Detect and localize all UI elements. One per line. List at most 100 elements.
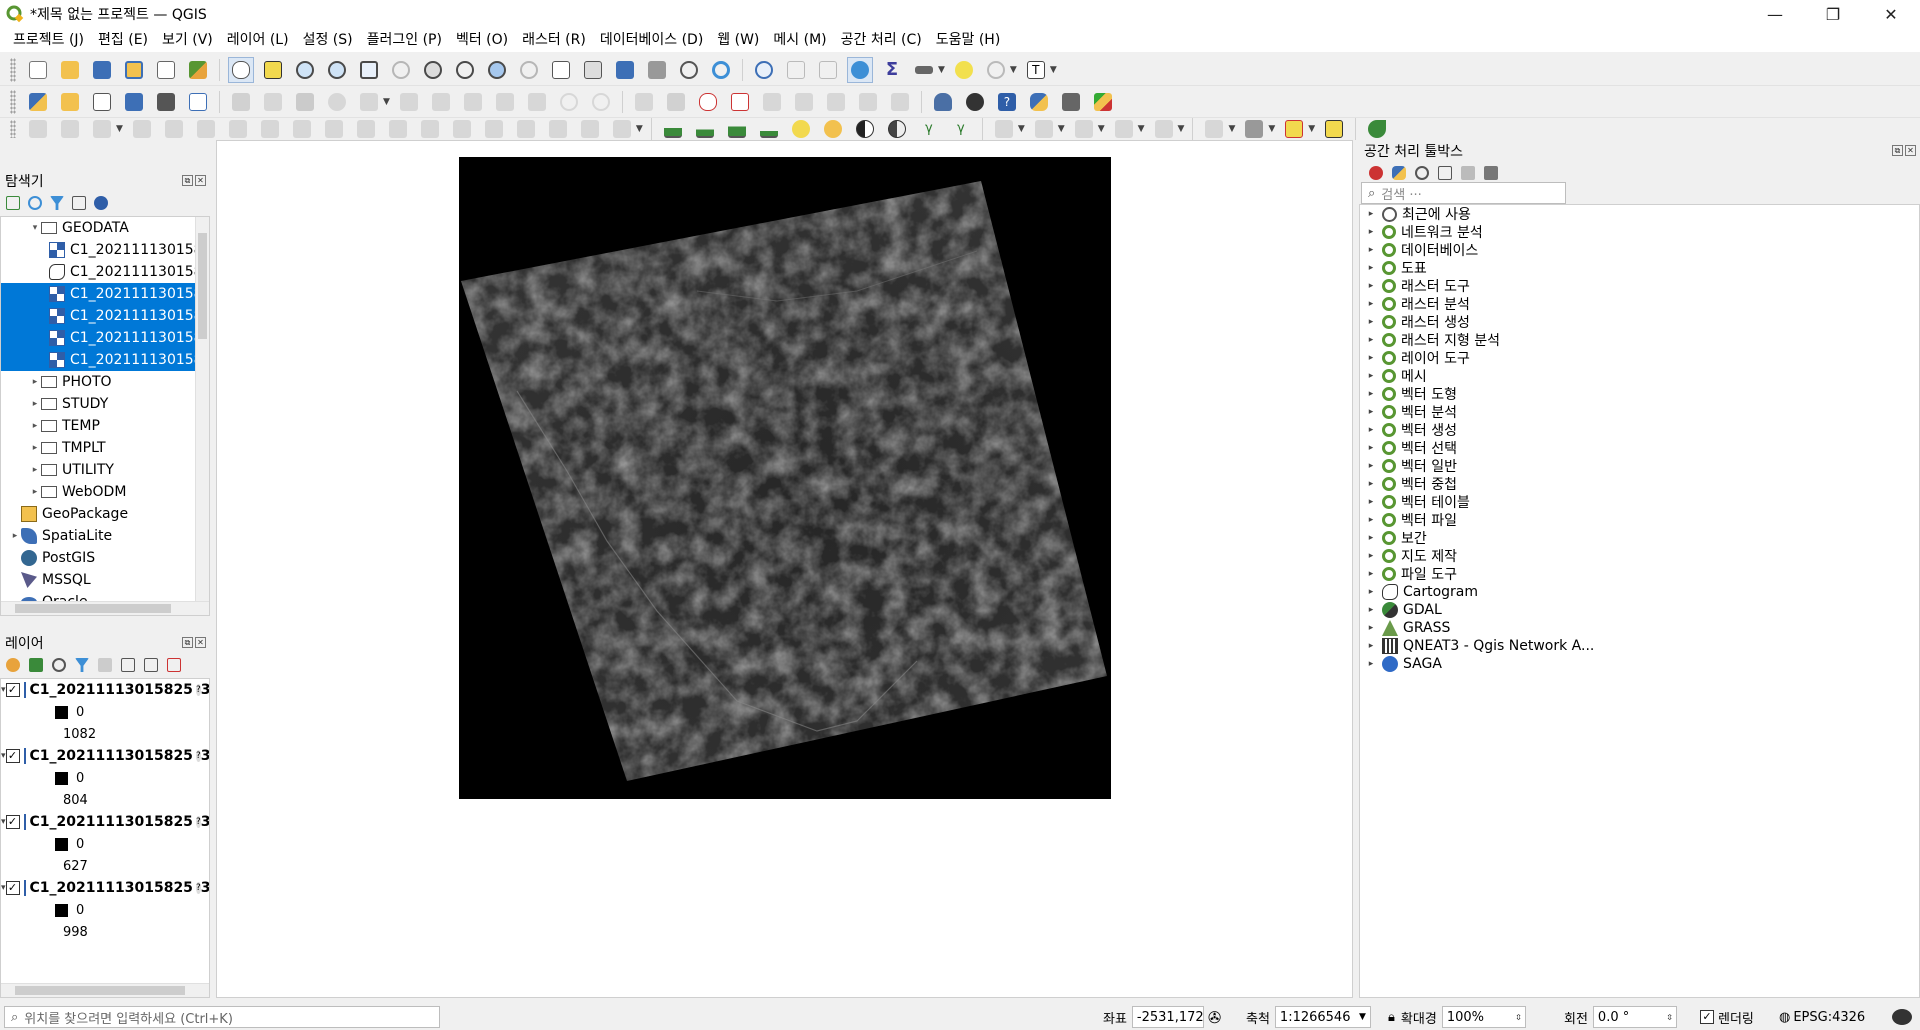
fill-ring-button[interactable] [289, 119, 315, 139]
chevron-right-icon[interactable]: ▸ [1360, 353, 1382, 363]
data-source-manager-button[interactable] [25, 89, 51, 115]
rotate-symbols-button[interactable] [577, 119, 603, 139]
processing-provider-item[interactable]: ▸ 래스터 분석 [1360, 295, 1919, 313]
deselect-button[interactable] [1071, 119, 1097, 139]
filter-icon[interactable] [75, 658, 89, 672]
minimize-button[interactable]: — [1746, 0, 1804, 28]
new-virtual-layer-button[interactable] [185, 89, 211, 115]
decrease-gamma-button[interactable]: γ [948, 119, 974, 139]
layer-order-button[interactable] [1241, 119, 1267, 139]
delete-ring-button[interactable] [321, 119, 347, 139]
map-canvas[interactable] [216, 140, 1353, 998]
new-project-button[interactable] [25, 57, 51, 83]
add-ring-button[interactable] [225, 119, 251, 139]
new-temp-layer-button[interactable] [153, 89, 179, 115]
chevron-right-icon[interactable]: ▸ [1360, 335, 1382, 345]
menu-project[interactable]: 프로젝트 (J) [6, 28, 91, 52]
processing-provider-item[interactable]: ▸ 벡터 테이블 [1360, 493, 1919, 511]
chevron-right-icon[interactable]: ▸ [1360, 281, 1382, 291]
browser-item[interactable]: ▸ SpatiaLite [1, 525, 209, 547]
toolbar-handle[interactable] [10, 120, 16, 138]
processing-provider-item[interactable]: ▸ Cartogram [1360, 583, 1919, 601]
chevron-down-icon[interactable]: ▾ [29, 223, 41, 233]
chevron-right-icon[interactable]: ▸ [29, 377, 41, 387]
layer-diagram-button[interactable] [727, 89, 753, 115]
full-histogram-button[interactable] [724, 119, 750, 139]
decrease-brightness-button[interactable] [820, 119, 846, 139]
float-panel-button[interactable]: ⧉ [182, 175, 193, 186]
chevron-right-icon[interactable]: ▸ [1360, 551, 1382, 561]
menu-raster[interactable]: 래스터 (R) [515, 28, 593, 52]
browser-item[interactable]: C1_20211113015825 [1, 327, 209, 349]
modify-attributes-button[interactable] [396, 89, 422, 115]
decrease-contrast-button[interactable] [884, 119, 910, 139]
raster-map-view[interactable] [217, 141, 1353, 998]
digitize-curve-button[interactable] [57, 119, 83, 139]
browser-item[interactable]: C1_20211113015825 [1, 261, 209, 283]
histogram-button[interactable] [660, 119, 686, 139]
options-icon[interactable] [1484, 166, 1498, 180]
processing-provider-item[interactable]: ▸ 네트워크 분석 [1360, 223, 1919, 241]
layer-visibility-checkbox[interactable]: ✓ [5, 683, 20, 697]
chevron-down-icon[interactable]: ▼ [1308, 124, 1315, 134]
coordinate-field[interactable]: -2531,172 [1131, 1006, 1204, 1028]
layer-labeling-button[interactable] [695, 89, 721, 115]
chevron-down-icon[interactable]: ▼ [636, 124, 643, 134]
label-pin-button[interactable] [663, 89, 689, 115]
current-edits-button[interactable] [260, 89, 286, 115]
close-button[interactable]: ✕ [1862, 0, 1920, 28]
manage-visibility-icon[interactable] [52, 658, 66, 672]
merge-selected-button[interactable] [513, 119, 539, 139]
chevron-right-icon[interactable]: ▸ [29, 443, 41, 453]
browser-item[interactable]: ▸ PHOTO [1, 371, 209, 393]
scale-field[interactable]: 1:1266546 ▼ [1274, 1006, 1371, 1028]
statistical-summary-button[interactable] [847, 56, 873, 83]
toggle-editing-button[interactable] [228, 89, 254, 115]
collapse-all-icon[interactable] [144, 658, 158, 672]
rotation-field[interactable]: 0.0 ° ⇳ [1592, 1006, 1677, 1028]
browser-vertical-scrollbar[interactable] [195, 217, 209, 615]
processing-provider-item[interactable]: ▸ 메시 [1360, 367, 1919, 385]
browser-item[interactable]: ▸ TMPLT [1, 437, 209, 459]
remove-layer-icon[interactable] [167, 658, 181, 672]
snapping-button[interactable] [1201, 119, 1227, 139]
pan-to-selection-button[interactable] [260, 57, 286, 83]
chevron-right-icon[interactable]: ▸ [1360, 479, 1382, 489]
layer-visibility-checkbox[interactable]: ✓ [5, 881, 20, 895]
crs-button[interactable]: ◍ EPSG:4326 [1779, 1006, 1865, 1028]
show-hide-labels-button[interactable] [823, 89, 849, 115]
menu-plugins[interactable]: 플러그인 (P) [360, 28, 449, 52]
processing-provider-item[interactable]: ▸ 레이어 도구 [1360, 349, 1919, 367]
chevron-down-icon[interactable]: ▼ [1058, 124, 1065, 134]
zoom-layer-button[interactable] [420, 57, 446, 83]
processing-provider-item[interactable]: ▸ GDAL [1360, 601, 1919, 619]
move-feature-button[interactable] [129, 119, 155, 139]
close-panel-button[interactable]: ✕ [195, 175, 206, 186]
style-manager-button[interactable] [185, 57, 211, 83]
close-panel-button[interactable]: ✕ [1905, 145, 1916, 156]
chevron-down-icon[interactable]: ▼ [938, 65, 945, 75]
temporal-controller-button[interactable] [676, 57, 702, 83]
toggle-extents-icon[interactable]: ✇ [1208, 1008, 1221, 1027]
menu-database[interactable]: 데이터베이스 (D) [593, 28, 710, 52]
refresh-button[interactable] [708, 57, 734, 83]
magnifier-field[interactable]: 100% ⇳ [1441, 1006, 1526, 1028]
render-toggle[interactable]: ✓ 렌더링 [1700, 1006, 1754, 1028]
copy-features-button[interactable] [492, 89, 518, 115]
add-group-icon[interactable] [29, 658, 43, 672]
rotate-label-button[interactable] [887, 89, 913, 115]
processing-provider-item[interactable]: ▸ 벡터 일반 [1360, 457, 1919, 475]
chevron-right-icon[interactable]: ▸ [29, 399, 41, 409]
results-viewer-icon[interactable] [1438, 166, 1452, 180]
chevron-right-icon[interactable]: ▸ [1360, 641, 1382, 651]
layer-visibility-checkbox[interactable]: ✓ [5, 815, 20, 829]
browser-item[interactable]: C1_20211113015825 [1, 349, 209, 371]
new-3d-view-button[interactable] [580, 57, 606, 83]
browser-horizontal-scrollbar[interactable] [1, 601, 209, 615]
select-expression-button[interactable] [1151, 119, 1177, 139]
open-field-calc-button[interactable] [815, 57, 841, 83]
db-manager-button[interactable] [930, 89, 956, 115]
layer-item[interactable]: ▾✓C1_20211113015825?3 [1, 745, 209, 767]
toolbar-handle[interactable] [10, 57, 16, 82]
deselect-all-button[interactable] [1281, 119, 1307, 139]
